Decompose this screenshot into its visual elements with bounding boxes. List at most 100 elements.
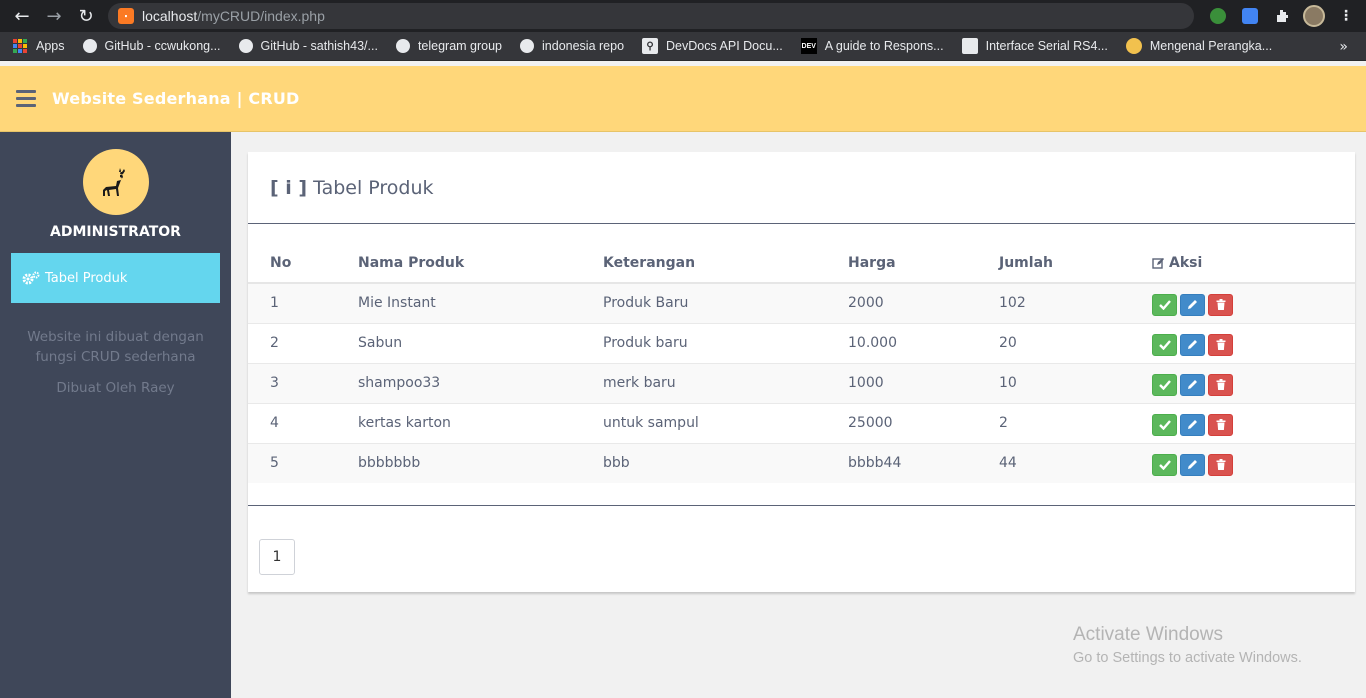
cell-harga: 2000 [848,283,999,324]
apps-grid-icon [12,38,28,54]
pencil-icon [1188,300,1197,310]
cell-actions [1152,363,1355,404]
back-arrow-icon[interactable]: ← [6,0,38,32]
profile-avatar[interactable] [1298,0,1330,32]
watermark-subtitle: Go to Settings to activate Windows. [1073,650,1302,666]
edit-button[interactable] [1180,453,1205,476]
bookmarks-bar: Apps GitHub - ccwukong... GitHub - sathi… [0,32,1366,61]
table-row: 2 Sabun Produk baru 10.000 20 [248,323,1355,364]
product-table-card: [ i ] Tabel Produk No Nama Produk Ketera… [248,152,1355,592]
cell-keterangan: merk baru [603,363,848,404]
header-harga: Harga [848,244,999,284]
delete-button[interactable] [1208,413,1233,436]
delete-button[interactable] [1208,453,1233,476]
trash-icon [1216,339,1225,350]
divider [248,505,1355,506]
card-title-text: Tabel Produk [313,177,434,199]
extensions-area: ⋮ [1202,0,1366,32]
confirm-button[interactable] [1152,413,1177,436]
header-no: No [248,244,358,284]
github-icon [395,39,410,53]
check-icon [1158,339,1171,350]
trash-icon [1216,419,1225,430]
info-icon: [ i ] [270,177,308,199]
dev-logo-icon: DEV [800,38,817,54]
check-icon [1158,419,1171,430]
cell-no: 1 [248,283,358,324]
cell-keterangan: Produk Baru [603,283,848,324]
bookmark-label: telegram group [417,39,503,53]
bookmarks-overflow-button[interactable]: » [1339,39,1348,55]
bookmark-github-ccwukong[interactable]: GitHub - ccwukong... [82,39,221,53]
cell-keterangan: bbb [603,443,848,483]
cell-harga: bbbb44 [848,443,999,483]
extension-earth-icon[interactable] [1202,0,1234,32]
menu-dots-icon[interactable]: ⋮ [1330,0,1362,32]
bookmark-label: indonesia repo [542,39,625,53]
bookmark-telegram-group[interactable]: telegram group [395,39,503,53]
confirm-button[interactable] [1152,293,1177,316]
bookmark-devdocs[interactable]: ⚲ DevDocs API Docu... [642,38,783,54]
header-nama-produk: Nama Produk [358,244,603,284]
bookmark-label: Mengenal Perangka... [1149,39,1273,53]
smiley-icon [1125,38,1142,54]
cell-harga: 10.000 [848,323,999,364]
check-icon [1158,299,1171,310]
bookmark-dev-guide[interactable]: DEV A guide to Respons... [800,38,944,54]
pagination-page-1[interactable]: 1 [259,539,295,575]
confirm-button[interactable] [1152,453,1177,476]
bookmark-indonesia-repo[interactable]: indonesia repo [520,39,624,53]
sidebar-item-tabel-produk[interactable]: Tabel Produk [11,253,220,303]
puzzle-icon[interactable] [1266,0,1298,32]
cell-actions [1152,323,1355,364]
card-title: [ i ] Tabel Produk [270,177,434,199]
forward-arrow-icon[interactable]: → [38,0,70,32]
sidebar-author: Dibuat Oleh Raey [56,380,175,396]
cell-nama: Sabun [358,323,603,364]
delete-button[interactable] [1208,333,1233,356]
bookmark-apps[interactable]: Apps [12,38,65,54]
page-thumbnail-icon [961,38,978,54]
cell-actions [1152,283,1355,324]
edit-square-icon [1152,257,1164,269]
cell-no: 4 [248,403,358,444]
watermark-title: Activate Windows [1073,624,1223,645]
delete-button[interactable] [1208,293,1233,316]
pencil-icon [1188,380,1197,389]
header-aksi: Aksi [1152,244,1355,284]
edit-button[interactable] [1180,333,1205,356]
address-bar[interactable]: ⋅ localhost/myCRUD/index.php [108,3,1194,29]
cell-keterangan: untuk sampul [603,403,848,444]
browser-toolbar: ← → ↻ ⋅ localhost/myCRUD/index.php ⋮ [0,0,1366,32]
confirm-button[interactable] [1152,333,1177,356]
hamburger-menu-icon[interactable] [16,90,36,107]
edit-button[interactable] [1180,293,1205,316]
table-row: 3 shampoo33 merk baru 1000 10 [248,363,1355,404]
edit-button[interactable] [1180,413,1205,436]
trash-icon [1216,299,1225,311]
reload-icon[interactable]: ↻ [70,0,102,32]
devdocs-search-icon: ⚲ [642,38,659,54]
header-jumlah: Jumlah [999,244,1152,284]
pencil-icon [1188,420,1197,429]
divider [248,223,1355,224]
bookmark-mengenal-perangkat[interactable]: Mengenal Perangka... [1125,38,1273,54]
brand-title: Website Sederhana | CRUD [52,89,300,108]
sidebar: ADMINISTRATOR Tabel Produk Website ini d… [0,132,231,698]
cell-no: 3 [248,363,358,404]
confirm-button[interactable] [1152,373,1177,396]
edit-button[interactable] [1180,373,1205,396]
cell-no: 2 [248,323,358,364]
cell-jumlah: 2 [999,403,1152,444]
delete-button[interactable] [1208,373,1233,396]
activation-watermark: Activate Windows Go to Settings to activ… [1073,624,1302,666]
translate-icon[interactable] [1234,0,1266,32]
cell-nama: Mie Instant [358,283,603,324]
url-text: localhost/myCRUD/index.php [142,8,325,24]
cell-nama: shampoo33 [358,363,603,404]
cell-nama: kertas karton [358,403,603,444]
bookmark-github-sathish[interactable]: GitHub - sathish43/... [238,39,378,53]
deer-logo-icon [83,149,149,215]
bookmark-interface-serial[interactable]: Interface Serial RS4... [961,38,1108,54]
bookmark-label: Interface Serial RS4... [985,39,1108,53]
